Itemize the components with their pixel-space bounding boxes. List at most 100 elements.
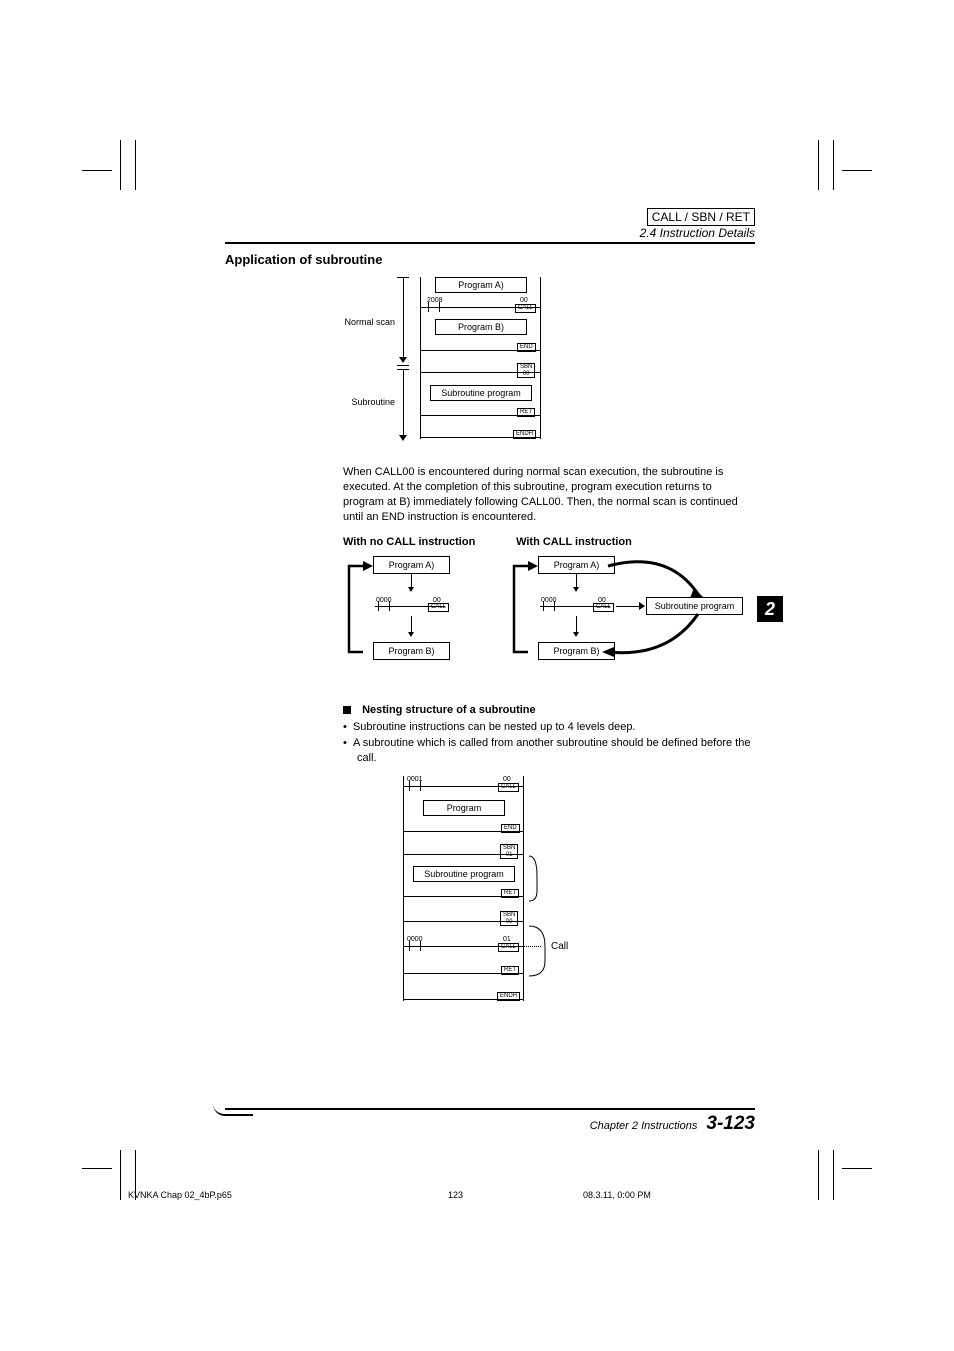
crop-mark (833, 1150, 834, 1200)
column-heads: With no CALL instruction With CALL instr… (343, 536, 755, 548)
crop-mark (135, 140, 136, 190)
bullet-text: Subroutine instructions can be nested up… (353, 721, 636, 733)
bullet-1: • Subroutine instructions can be nested … (343, 720, 755, 735)
box-program-a: Program A) (435, 277, 527, 293)
crop-mark (120, 1150, 121, 1200)
box-sub-program: Subroutine program (430, 385, 532, 401)
box-program-b: Program B) (373, 642, 450, 660)
bracket-icon (525, 846, 575, 986)
footer-page: 3-123 (706, 1113, 755, 1134)
contact-icon (409, 941, 421, 951)
nesting-bullets: • Subroutine instructions can be nested … (343, 720, 755, 766)
coil-end: END (517, 343, 536, 352)
bus-right (540, 277, 541, 439)
box-sub-program: Subroutine program (646, 597, 743, 615)
diagram-flow-compare: Program A) 0000 00 CALL Program B) (343, 554, 743, 674)
box-program-b: Program B) (538, 642, 615, 660)
coil-call: CALL (498, 783, 519, 792)
crop-mark (833, 140, 834, 190)
contact-icon (409, 781, 421, 791)
chapter-tab: 2 (757, 596, 783, 622)
crop-mark (818, 140, 819, 190)
arrowhead-icon (408, 587, 414, 592)
bus-right (523, 776, 524, 1001)
square-bullet-icon (343, 706, 351, 714)
meta-file: KVNKA Chap 02_4bP.p65 (128, 1190, 328, 1200)
scan-arrow-top (397, 277, 409, 278)
nesting-heading: Nesting structure of a subroutine (343, 704, 755, 716)
box-program-a: Program A) (373, 556, 450, 574)
footer-chapter: Chapter 2 Instructions (590, 1120, 698, 1132)
label-sbn: SBN (503, 845, 515, 851)
divider-line (397, 365, 409, 366)
dotted-connector (523, 946, 541, 947)
coil-sbn: SBN00 (517, 363, 535, 378)
label-normal-scan: Normal scan (335, 317, 395, 327)
coil-sbn: SBN00 (500, 911, 518, 926)
footer-text: Chapter 2 Instructions 3-123 (225, 1113, 755, 1135)
coil-endh: ENDH (513, 430, 536, 439)
bullet-text: A subroutine which is called from anothe… (353, 737, 750, 764)
crop-mark (82, 1168, 112, 1169)
label-01: 01 (503, 936, 511, 943)
crop-mark (842, 170, 872, 171)
label-sbn: SBN (520, 364, 532, 370)
header-instruction-box: CALL / SBN / RET (647, 208, 755, 226)
flow-arrow (616, 606, 641, 607)
arrowhead-icon (399, 357, 407, 363)
col-head-right: With CALL instruction (516, 536, 632, 548)
coil-ret: RET (501, 966, 519, 975)
coil-call: CALL (593, 603, 614, 612)
box-program-b: Program B) (435, 319, 527, 335)
arrowhead-icon (639, 602, 645, 610)
label-00: 00 (506, 919, 513, 925)
arrowhead-icon (573, 632, 579, 637)
header-rule (225, 242, 755, 244)
coil-end: END (501, 824, 520, 833)
crop-mark (120, 140, 121, 190)
contact-icon (428, 302, 440, 312)
arrowhead-icon (408, 632, 414, 637)
print-meta: KVNKA Chap 02_4bP.p65 123 08.3.11, 0:00 … (128, 1190, 828, 1200)
coil-endh: ENDH (497, 992, 520, 1001)
meta-date: 08.3.11, 0:00 PM (583, 1190, 783, 1200)
coil-ret: RET (517, 408, 535, 417)
footer: Chapter 2 Instructions 3-123 (225, 1108, 755, 1135)
label-00: 00 (520, 297, 528, 304)
meta-page: 123 (331, 1190, 581, 1200)
label-subroutine: Subroutine (335, 397, 395, 407)
col-head-left: With no CALL instruction (343, 536, 513, 548)
diagram-application: Normal scan Subroutine Program A) 2008 0… (335, 277, 645, 447)
label-00: 00 (523, 371, 530, 377)
page-title: Application of subroutine (225, 252, 755, 267)
box-sub-program: Subroutine program (413, 866, 515, 882)
crop-mark (842, 1168, 872, 1169)
footer-rule (225, 1108, 755, 1111)
coil-call: CALL (428, 603, 449, 612)
page: CALL / SBN / RET 2.4 Instruction Details… (0, 0, 954, 1351)
bullet-2: • A subroutine which is called from anot… (343, 736, 755, 766)
coil-call: CALL (515, 304, 536, 313)
coil-sbn: SBN01 (500, 844, 518, 859)
contact-icon (378, 601, 390, 611)
bus-left (403, 776, 404, 1001)
arrowhead-icon (573, 587, 579, 592)
coil-ret: RET (501, 889, 519, 898)
label-sbn: SBN (503, 912, 515, 918)
arrowhead-icon (399, 435, 407, 441)
diagram-nesting: 0001 00 CALL Program END SBN01 Subroutin… (403, 776, 653, 1006)
content-area: CALL / SBN / RET 2.4 Instruction Details… (225, 208, 755, 1006)
coil-call: CALL (498, 943, 519, 952)
nesting-title: Nesting structure of a subroutine (362, 704, 536, 716)
header-section: 2.4 Instruction Details (225, 226, 755, 240)
box-program-a: Program A) (538, 556, 615, 574)
sub-arrow-line (403, 369, 404, 439)
label-call: Call (551, 941, 568, 952)
box-program: Program (423, 800, 505, 816)
paragraph-main: When CALL00 is encountered during normal… (343, 465, 743, 524)
contact-icon (543, 601, 555, 611)
label-00: 00 (503, 776, 511, 783)
crop-mark (82, 170, 112, 171)
label-01: 01 (506, 852, 513, 858)
scan-arrow-line (403, 277, 404, 359)
